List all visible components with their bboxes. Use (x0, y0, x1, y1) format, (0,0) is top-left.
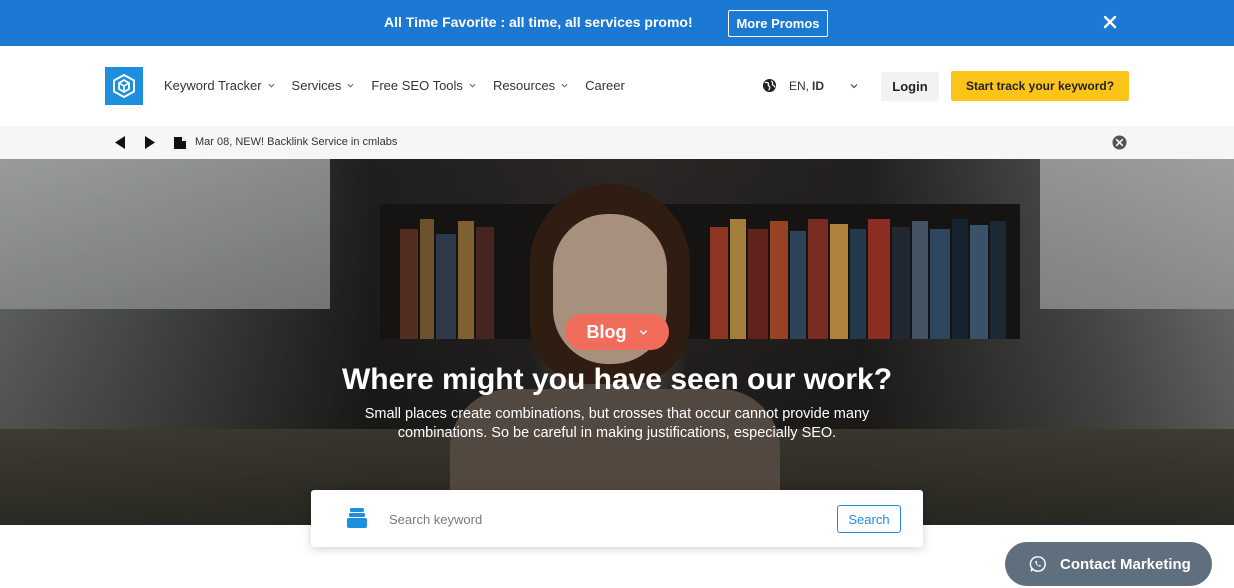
chevron-down-icon (469, 83, 476, 88)
promo-text: All Time Favorite : all time, all servic… (384, 14, 693, 30)
nav-item-free-seo-tools[interactable]: Free SEO Tools (371, 78, 476, 93)
prev-arrow-icon[interactable] (113, 135, 127, 150)
language-current: EN, (789, 78, 810, 93)
chevron-down-icon (639, 329, 647, 335)
login-button[interactable]: Login (881, 72, 939, 101)
contact-label: Contact Marketing (1060, 555, 1191, 573)
chevron-down-icon (850, 83, 858, 88)
hero-subtitle: Small places create combinations, but cr… (364, 406, 870, 441)
site-header: Keyword Tracker Services Free SEO Tools … (0, 46, 1234, 126)
nav-label: Keyword Tracker (164, 78, 262, 93)
news-ticker: Mar 08, NEW! Backlink Service in cmlabs (0, 126, 1234, 159)
close-icon[interactable] (1101, 13, 1119, 31)
language-selector[interactable]: EN, ID (762, 78, 858, 93)
promo-bar: All Time Favorite : all time, all servic… (0, 0, 1234, 46)
chevron-down-icon (268, 83, 275, 88)
nav-item-resources[interactable]: Resources (493, 78, 568, 93)
language-other: ID (812, 78, 825, 93)
nav-item-career[interactable]: Career (585, 78, 625, 93)
nav-label: Free SEO Tools (371, 78, 463, 93)
more-promos-button[interactable]: More Promos (728, 10, 828, 37)
whatsapp-icon (1029, 556, 1046, 572)
nav-label: Career (585, 78, 625, 93)
close-circle-icon[interactable] (1112, 135, 1127, 150)
globe-icon (762, 78, 777, 93)
news-tag-icon (174, 137, 186, 149)
blog-category-label: Blog (586, 321, 627, 342)
nav-item-keyword-tracker[interactable]: Keyword Tracker (164, 78, 275, 93)
nav-item-services[interactable]: Services (292, 78, 355, 93)
search-input[interactable] (389, 509, 819, 529)
next-arrow-icon[interactable] (143, 135, 157, 150)
cmlabs-logo-icon[interactable] (105, 67, 143, 105)
search-button[interactable]: Search (837, 505, 901, 533)
hero-title: Where might you have seen our work? (341, 363, 893, 396)
start-track-button[interactable]: Start track your keyword? (951, 71, 1129, 101)
stack-icon (347, 508, 367, 528)
ticker-text[interactable]: Mar 08, NEW! Backlink Service in cmlabs (195, 136, 397, 148)
nav-label: Resources (492, 78, 556, 93)
main-nav: Keyword Tracker Services Free SEO Tools … (164, 78, 642, 93)
blog-category-dropdown[interactable]: Blog (565, 314, 669, 350)
hero-banner: Blog Where might you have seen our work?… (0, 159, 1234, 525)
chevron-down-icon (561, 83, 568, 88)
chevron-down-icon (347, 83, 354, 88)
nav-label: Services (291, 78, 342, 93)
contact-marketing-button[interactable]: Contact Marketing (1005, 542, 1212, 586)
